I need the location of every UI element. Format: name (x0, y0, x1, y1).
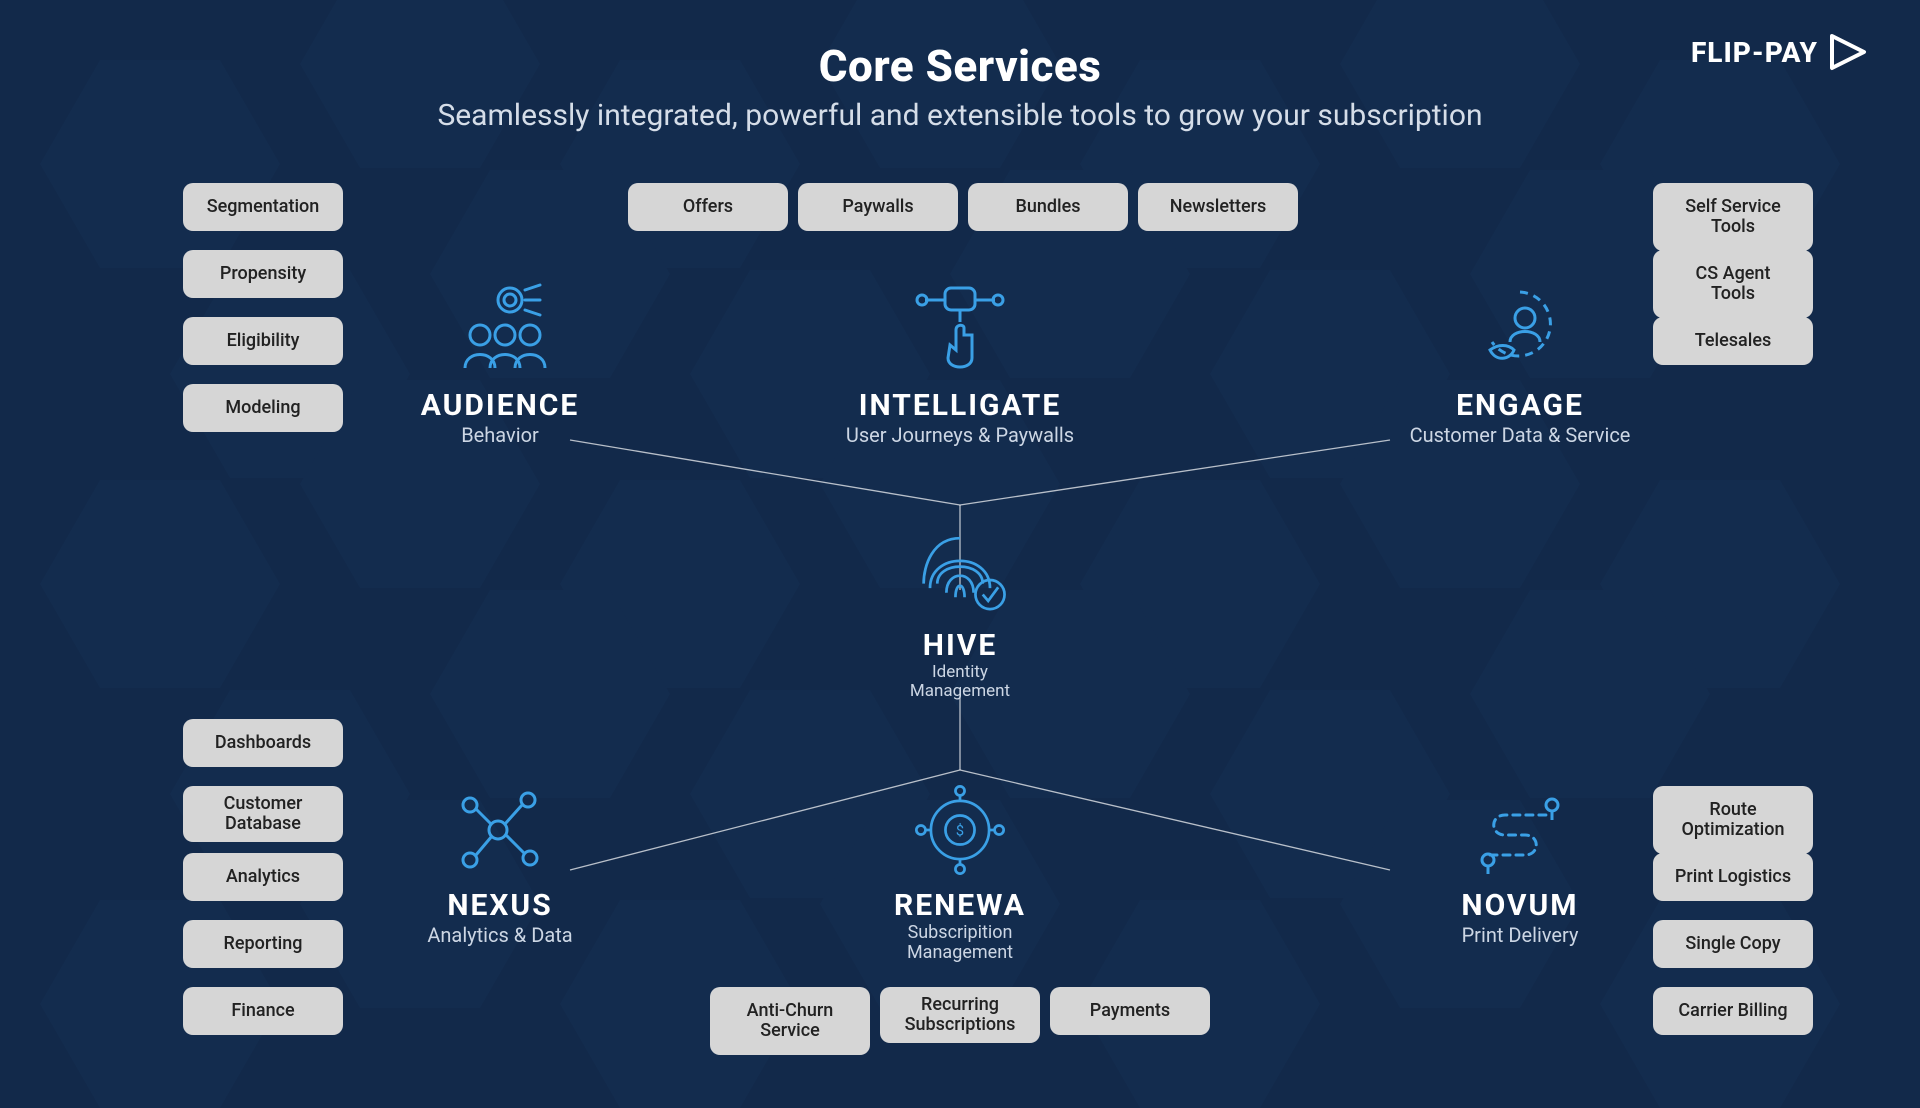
chip-propensity: Propensity (183, 250, 343, 298)
logo-text: FLIP-PAY (1691, 36, 1818, 69)
chip-bundles: Bundles (968, 183, 1128, 231)
service-intelligate: INTELLIGATE User Journeys & Paywalls (820, 280, 1100, 447)
service-tagline: Behavior (360, 423, 640, 447)
play-icon (1826, 30, 1870, 74)
touch-icon (910, 280, 1010, 380)
chip-anti-churn: Anti-Churn Service (710, 987, 870, 1055)
graph-icon (450, 780, 550, 880)
chip-print-logistics: Print Logistics (1653, 853, 1813, 901)
service-name: RENEWA (820, 888, 1100, 923)
chip-payments: Payments (1050, 987, 1210, 1035)
service-tagline: Customer Data & Service (1380, 423, 1660, 447)
chip-dashboards: Dashboards (183, 719, 343, 767)
service-audience: AUDIENCE Behavior (360, 280, 640, 447)
fingerprint-icon (910, 520, 1010, 620)
service-hive: HIVE Identity Management (860, 520, 1060, 700)
chip-newsletters: Newsletters (1138, 183, 1298, 231)
chip-route-opt: Route Optimization (1653, 786, 1813, 854)
chip-carrier-billing: Carrier Billing (1653, 987, 1813, 1035)
audience-icon (450, 280, 550, 380)
chip-self-service: Self Service Tools (1653, 183, 1813, 251)
flip-pay-logo: FLIP-PAY (1691, 30, 1870, 74)
service-name: HIVE (860, 628, 1060, 663)
chip-single-copy: Single Copy (1653, 920, 1813, 968)
service-tagline: Analytics & Data (360, 923, 640, 947)
service-name: NEXUS (360, 888, 640, 923)
chip-finance: Finance (183, 987, 343, 1035)
service-tagline: Identity Management (860, 663, 1060, 700)
page-title: Core Services (0, 40, 1920, 92)
chip-eligibility: Eligibility (183, 317, 343, 365)
chip-offers: Offers (628, 183, 788, 231)
svg-text:$: $ (956, 822, 964, 839)
chip-paywalls: Paywalls (798, 183, 958, 231)
service-renewa: $ RENEWA Subscripition Management (820, 780, 1100, 963)
customer-icon (1470, 280, 1570, 380)
service-name: INTELLIGATE (820, 388, 1100, 423)
chip-reporting: Reporting (183, 920, 343, 968)
chip-segmentation: Segmentation (183, 183, 343, 231)
service-tagline: User Journeys & Paywalls (820, 423, 1100, 447)
chip-telesales: Telesales (1653, 317, 1813, 365)
service-tagline: Print Delivery (1380, 923, 1660, 947)
chip-modeling: Modeling (183, 384, 343, 432)
service-tagline: Subscripition Management (820, 923, 1100, 963)
service-novum: NOVUM Print Delivery (1380, 780, 1660, 947)
service-engage: ENGAGE Customer Data & Service (1380, 280, 1660, 447)
page-header: Core Services Seamlessly integrated, pow… (0, 40, 1920, 133)
chip-recurring: Recurring Subscriptions (880, 987, 1040, 1043)
service-nexus: NEXUS Analytics & Data (360, 780, 640, 947)
subscription-icon: $ (910, 780, 1010, 880)
chip-cs-agent: CS Agent Tools (1653, 250, 1813, 318)
page-subtitle: Seamlessly integrated, powerful and exte… (0, 98, 1920, 133)
chip-analytics: Analytics (183, 853, 343, 901)
service-name: AUDIENCE (360, 388, 640, 423)
service-name: ENGAGE (1380, 388, 1660, 423)
route-icon (1470, 780, 1570, 880)
chip-customer-db: Customer Database (183, 786, 343, 842)
service-name: NOVUM (1380, 888, 1660, 923)
